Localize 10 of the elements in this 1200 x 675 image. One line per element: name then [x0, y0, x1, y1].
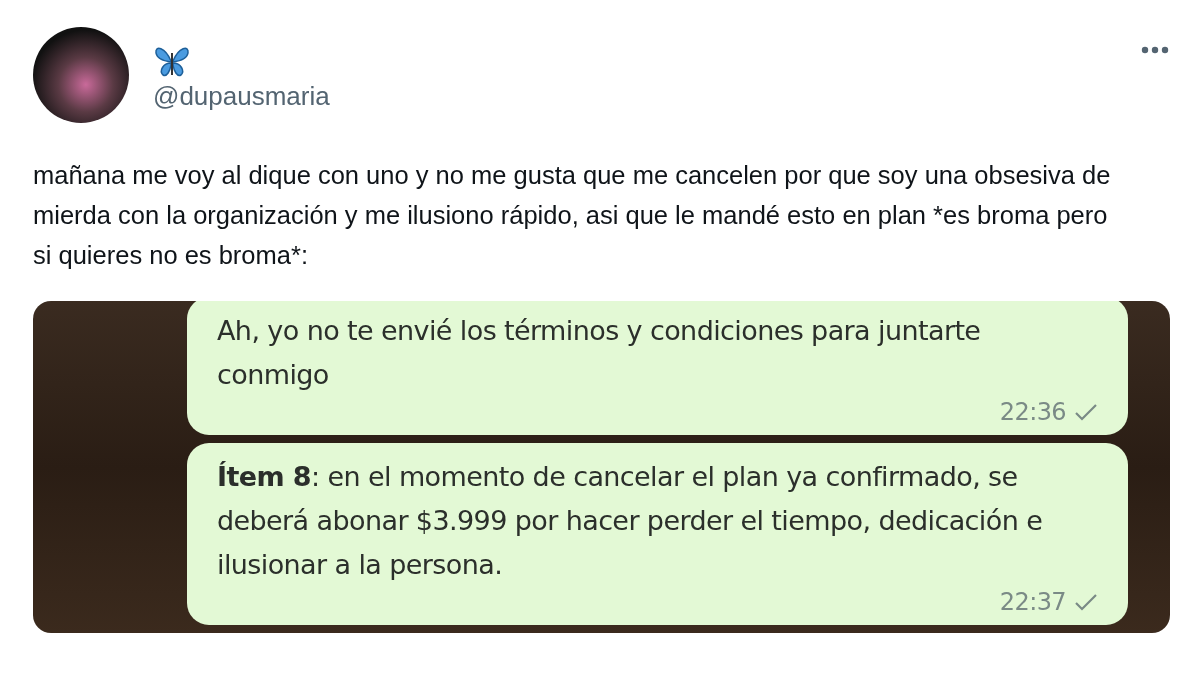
message-text: Ítem 8: en el momento de cancelar el plan ya confirmado, se deberá abonar $3.999 por hacer perder el tiempo, dedicación e ilusionar a la persona. — [217, 460, 1044, 582]
checkmark-icon — [1074, 592, 1098, 612]
more-options-icon[interactable] — [1140, 45, 1170, 55]
message-text: Ah, yo no te envié los términos y condiciones para juntarte conmigo — [217, 314, 982, 392]
message-time: 22:36 — [999, 397, 1066, 427]
checkmark-icon — [1074, 402, 1098, 422]
message-time: 22:37 — [999, 587, 1066, 617]
user-handle[interactable]: @dupausmaria — [153, 80, 330, 112]
chat-screenshot[interactable] — [33, 301, 1170, 633]
tweet-text: mañana me voy al dique con uno y no me gusta que me cancelen por que soy una obsesiva de mierda con la organización y me ilusiono rápido, asi que le mandé esto en plan *es broma pero si quieres no es broma*: — [33, 160, 1112, 271]
